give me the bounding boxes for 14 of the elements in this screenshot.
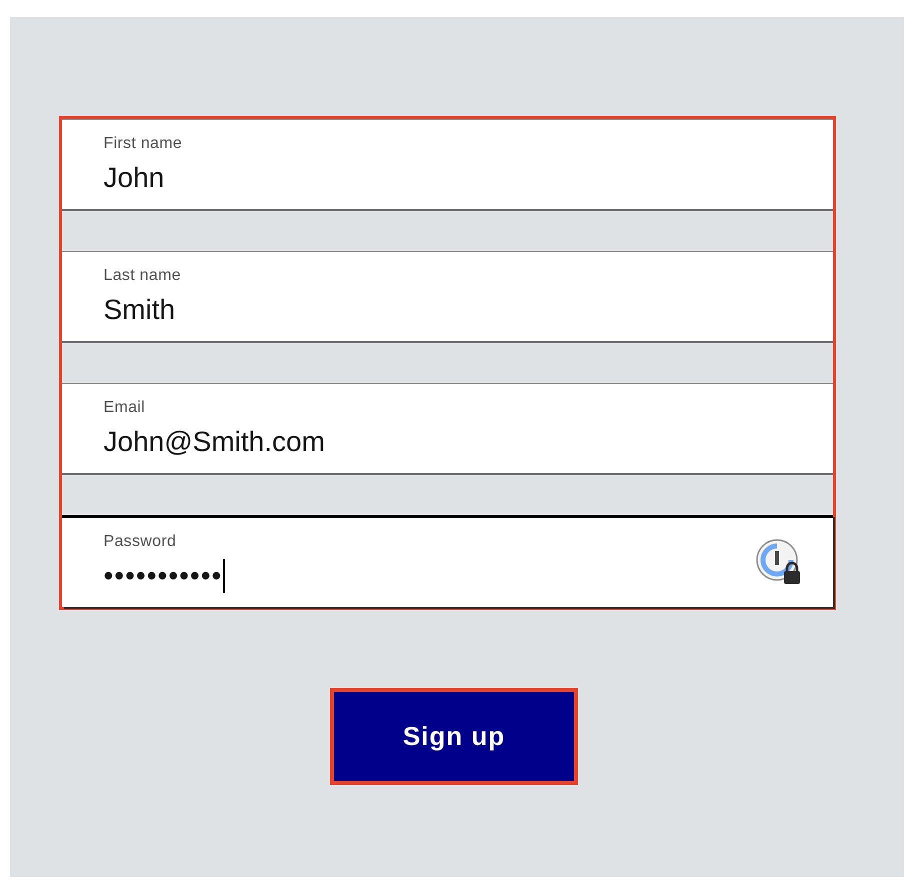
input-field[interactable]: Password ••••••••••• (62, 515, 832, 607)
field-label: First name (104, 134, 184, 154)
field-value: ••••••••••• (104, 558, 222, 592)
field-value: Smith (104, 292, 176, 326)
text-cursor (223, 558, 226, 592)
field-label: Last name (104, 266, 182, 286)
field-label: Email (104, 398, 146, 418)
input-field[interactable]: Last name Smith (62, 251, 832, 343)
sign-up-button[interactable]: Sign up (330, 688, 578, 785)
field-value: John@Smith.com (104, 424, 325, 458)
field-value: John (104, 160, 164, 194)
input-field[interactable]: Email John@Smith.com (62, 383, 832, 475)
field-label: Password (104, 532, 178, 552)
input-field[interactable]: First name John (62, 119, 832, 211)
